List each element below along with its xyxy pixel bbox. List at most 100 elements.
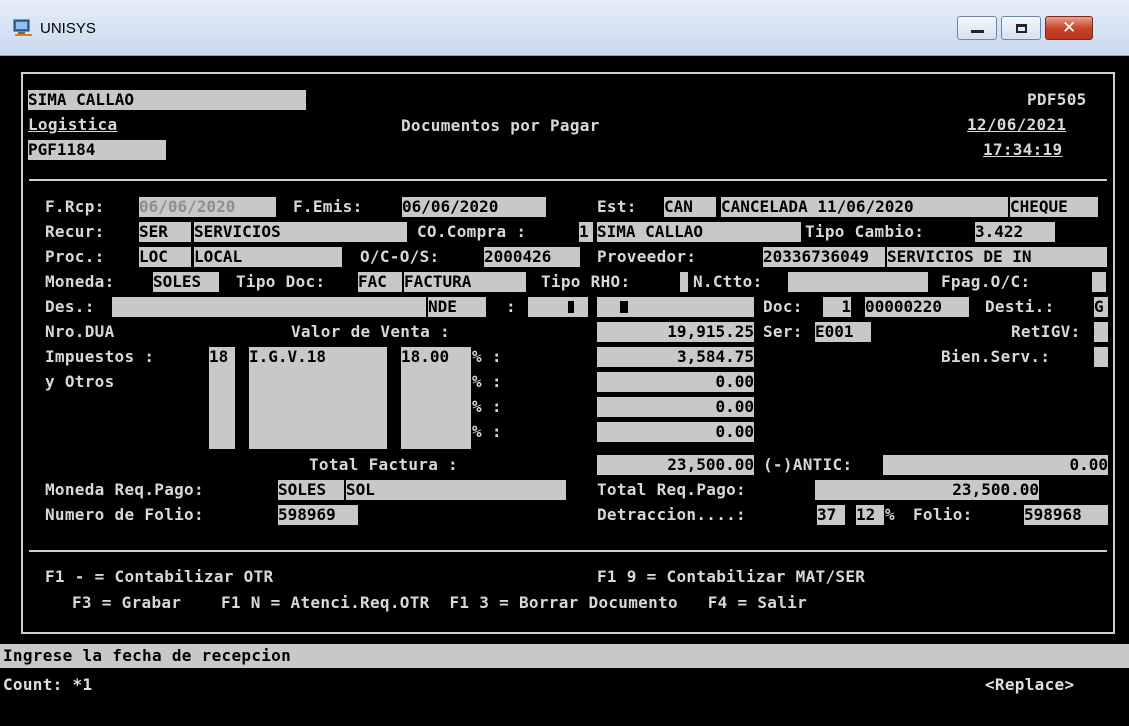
total-req-pago-field: 23,500.00 — [815, 480, 1039, 500]
nro-dua-label: Nro.DUA — [45, 322, 115, 341]
header-divider — [29, 179, 1107, 181]
window-titlebar: UNISYS ✕ — [0, 0, 1129, 56]
numero-folio-label: Numero de Folio: — [45, 505, 204, 524]
doc-number-field[interactable]: 00000220 — [865, 297, 969, 317]
recur-label: Recur: — [45, 222, 105, 241]
proveedor-name-field: SERVICIOS DE IN — [887, 247, 1107, 267]
proc-desc-field: LOCAL — [194, 247, 342, 267]
n-ctto-field[interactable] — [788, 272, 928, 292]
bien-serv-label: Bien.Serv.: — [941, 347, 1051, 366]
antic-label: (-)ANTIC: — [763, 455, 853, 474]
fkey-contabilizar-matser[interactable]: F1 9 = Contabilizar MAT/SER — [597, 567, 865, 587]
maximize-icon — [1016, 24, 1027, 33]
imp-amount-field[interactable]: 3,584.75 — [597, 347, 754, 367]
impuestos-label: Impuestos : — [45, 347, 155, 366]
tipo-doc-code-field[interactable]: FAC — [358, 272, 402, 292]
status-mode: <Replace> — [985, 675, 1075, 694]
nde-field[interactable]: NDE — [428, 297, 486, 317]
tipo-rho-label: Tipo RHO: — [541, 272, 631, 291]
fpag-oc-field[interactable] — [1092, 272, 1106, 292]
recur-code-field[interactable]: SER — [139, 222, 191, 242]
fpag-oc-label: Fpag.O/C: — [941, 272, 1031, 291]
close-button[interactable]: ✕ — [1045, 16, 1093, 40]
company-name: SIMA CALLAO — [28, 90, 306, 110]
valor-venta-field[interactable]: 19,915.25 — [597, 322, 754, 342]
folio-label: Folio: — [913, 505, 973, 524]
valor-venta-label: Valor de Venta : — [291, 322, 450, 341]
detraccion-code-field[interactable]: 37 — [817, 505, 845, 525]
est-desc-field: CANCELADA 11/06/2020 — [721, 197, 1008, 217]
tipo-doc-desc-field: FACTURA — [404, 272, 526, 292]
proveedor-ruc-field[interactable]: 20336736049 — [763, 247, 885, 267]
moneda-req-pago-label: Moneda Req.Pago: — [45, 480, 204, 499]
screen-code: PDF505 — [1027, 90, 1087, 109]
tipo-rho-field[interactable] — [680, 272, 688, 292]
status-message-bar: Ingrese la fecha de recepcion — [0, 644, 1129, 668]
moneda-label: Moneda: — [45, 272, 115, 291]
antic-field[interactable]: 0.00 — [883, 455, 1108, 475]
fkey-line-2[interactable]: F3 = Grabar F1 N = Atenci.Req.OTR F1 3 =… — [72, 593, 807, 613]
des-label: Des.: — [45, 297, 95, 316]
minimize-button[interactable] — [957, 16, 997, 40]
f-emis-field[interactable]: 06/06/2020 — [402, 197, 546, 217]
n-ctto-label: N.Ctto: — [693, 272, 763, 291]
terminal-screen: SIMA CALLAO Logistica PGF1184 Documentos… — [0, 56, 1129, 726]
est-payment-field: CHEQUE — [1010, 197, 1098, 217]
co-name-field: SIMA CALLAO — [597, 222, 801, 242]
screen-title: Documentos por Pagar — [401, 116, 600, 135]
desti-field[interactable]: G — [1094, 297, 1108, 317]
pct-colon-2: % : — [472, 372, 502, 391]
other-amount-3[interactable]: 0.00 — [597, 422, 754, 442]
total-factura-label: Total Factura : — [309, 455, 458, 474]
imp-code-field[interactable]: 18 — [209, 347, 235, 367]
fkey-contabilizar-otr[interactable]: F1 - = Contabilizar OTR — [45, 567, 273, 587]
detraccion-pct-field[interactable]: 12 — [856, 505, 884, 525]
recur-desc-field: SERVICIOS — [194, 222, 407, 242]
footer-divider — [29, 550, 1107, 552]
tipo-cambio-field[interactable]: 3.422 — [975, 222, 1055, 242]
co-compra-label: CO.Compra : — [417, 222, 527, 241]
moneda-req-pago-field[interactable]: SOLES — [278, 480, 344, 500]
other-amount-1[interactable]: 0.00 — [597, 372, 754, 392]
f-rcp-label: F.Rcp: — [45, 197, 105, 216]
numero-folio-field[interactable]: 598969 — [278, 505, 358, 525]
other-amount-2[interactable]: 0.00 — [597, 397, 754, 417]
desti-label: Desti.: — [985, 297, 1055, 316]
imp-desc-column — [249, 367, 387, 449]
pct-colon-4: % : — [472, 422, 502, 441]
proc-code-field[interactable]: LOC — [139, 247, 191, 267]
imp-pct-column[interactable] — [401, 367, 471, 449]
co-compra-field[interactable]: 1 — [579, 222, 593, 242]
folio-field[interactable]: 598968 — [1024, 505, 1108, 525]
ser-field[interactable]: E001 — [815, 322, 871, 342]
proc-label: Proc.: — [45, 247, 105, 266]
total-req-pago-label: Total Req.Pago: — [597, 480, 746, 499]
proveedor-label: Proveedor: — [597, 247, 697, 266]
y-otros-label: y Otros — [45, 372, 115, 391]
nde-colon: : — [506, 297, 516, 316]
moneda-field[interactable]: SOLES — [153, 272, 219, 292]
imp-pct-field[interactable]: 18.00 — [401, 347, 471, 367]
pct-colon-3: % : — [472, 397, 502, 416]
total-factura-field: 23,500.00 — [597, 455, 754, 475]
doc-serie-field[interactable]: 1 — [823, 297, 851, 317]
nde-cursor-mark — [568, 301, 574, 313]
oc-os-label: O/C-O/S: — [360, 247, 440, 266]
detraccion-label: Detraccion....: — [597, 505, 746, 524]
bien-serv-field[interactable] — [1094, 347, 1108, 367]
status-message: Ingrese la fecha de recepcion — [3, 646, 292, 665]
f-emis-label: F.Emis: — [293, 197, 363, 216]
f-rcp-field[interactable]: 06/06/2020 — [139, 197, 276, 217]
imp-code-column[interactable] — [209, 367, 235, 449]
retigv-field[interactable] — [1094, 322, 1108, 342]
minimize-icon — [971, 30, 984, 33]
detraccion-pct-sign: % — [885, 505, 895, 524]
est-label: Est: — [597, 197, 637, 216]
maximize-button[interactable] — [1001, 16, 1041, 40]
est-code-field[interactable]: CAN — [664, 197, 716, 217]
oc-os-field[interactable]: 2000426 — [484, 247, 580, 267]
des-field[interactable] — [112, 297, 426, 317]
terminal-app-icon — [13, 19, 32, 36]
moneda-req-desc-field: SOL — [346, 480, 566, 500]
tipo-cambio-label: Tipo Cambio: — [805, 222, 925, 241]
